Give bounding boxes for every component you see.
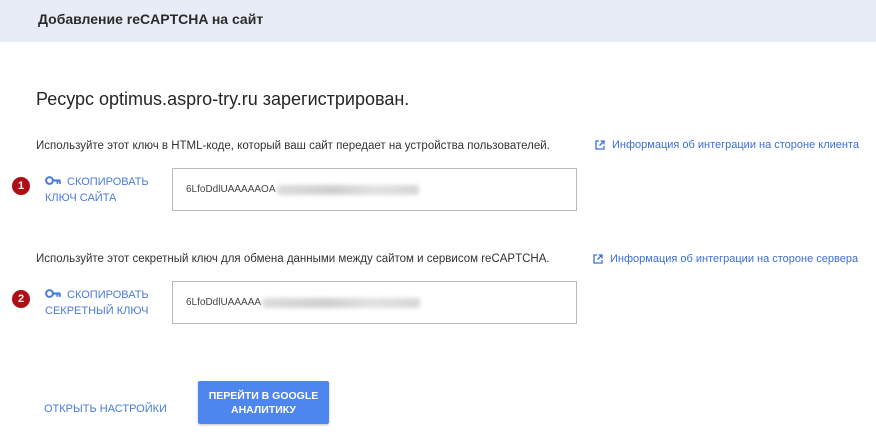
secret-key-description: Используйте этот секретный ключ для обме… xyxy=(36,253,550,265)
copy-secret-key-label-1: СКОПИРОВАТЬ xyxy=(67,289,149,301)
key-icon xyxy=(45,287,61,303)
secret-key-field[interactable]: 6LfoDdlUAAAAA xyxy=(172,281,577,324)
server-integration-link-label: Информация об интеграции на стороне серв… xyxy=(610,253,859,265)
secret-key-redacted xyxy=(262,297,421,308)
site-key-redacted xyxy=(276,184,419,195)
page-title: Добавление reCAPTCHA на сайт xyxy=(38,11,264,27)
site-key-field[interactable]: 6LfoDdlUAAAAAOA xyxy=(172,168,577,211)
copy-secret-key-button[interactable]: СКОПИРОВАТЬ СЕКРЕТНЫЙ КЛЮЧ xyxy=(45,287,149,319)
step-badge-1: 1 xyxy=(12,177,30,195)
client-integration-link[interactable]: Информация об интеграции на стороне клие… xyxy=(595,139,859,151)
registration-heading: Ресурс optimus.aspro-try.ru зарегистриро… xyxy=(36,89,410,109)
copy-site-key-label-2: КЛЮЧ САЙТА xyxy=(45,192,117,204)
open-in-new-icon xyxy=(593,254,603,264)
open-in-new-icon xyxy=(595,140,605,150)
site-key-value: 6LfoDdlUAAAAAOA xyxy=(186,184,276,195)
copy-site-key-button[interactable]: СКОПИРОВАТЬ КЛЮЧ САЙТА xyxy=(45,174,149,206)
page-header: Добавление reCAPTCHA на сайт xyxy=(0,0,876,42)
server-integration-link[interactable]: Информация об интеграции на стороне серв… xyxy=(593,253,858,265)
step-badge-2: 2 xyxy=(12,290,30,308)
client-integration-link-label: Информация об интеграции на стороне клие… xyxy=(612,139,860,151)
copy-secret-key-label-2: СЕКРЕТНЫЙ КЛЮЧ xyxy=(45,305,149,317)
secret-key-value: 6LfoDdlUAAAAA xyxy=(186,297,262,308)
go-to-analytics-button[interactable]: ПЕРЕЙТИ В GOOGLE АНАЛИТИКУ xyxy=(198,381,329,424)
copy-site-key-label-1: СКОПИРОВАТЬ xyxy=(67,176,149,188)
key-icon xyxy=(45,174,61,190)
open-settings-link[interactable]: ОТКРЫТЬ НАСТРОЙКИ xyxy=(44,403,167,415)
go-to-analytics-label: ПЕРЕЙТИ В GOOGLE АНАЛИТИКУ xyxy=(208,389,319,416)
site-key-description: Используйте этот ключ в HTML-коде, котор… xyxy=(36,140,550,152)
